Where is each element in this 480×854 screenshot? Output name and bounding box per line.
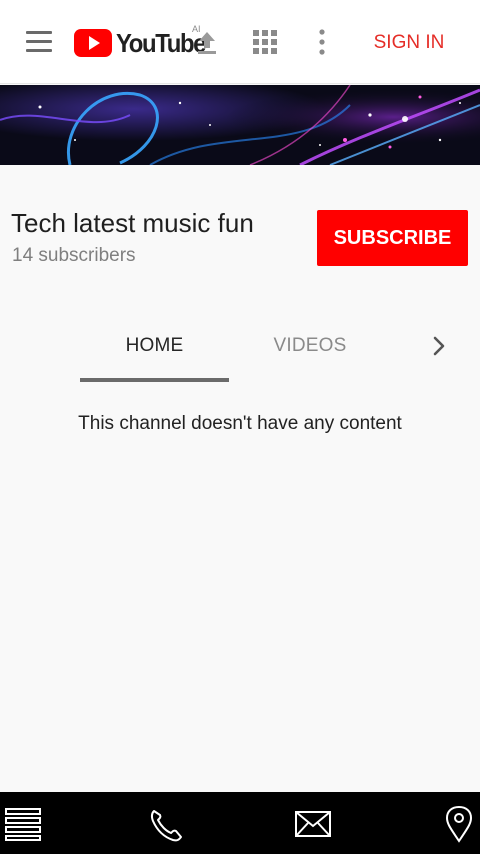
bottom-action-bar xyxy=(0,792,480,854)
channel-header: Tech latest music fun 14 subscribers SUB… xyxy=(0,165,480,383)
chevron-right-icon[interactable] xyxy=(428,335,450,357)
top-app-bar: YouTube AI SIGN IN xyxy=(0,0,480,84)
channel-banner xyxy=(0,85,480,165)
phone-icon[interactable] xyxy=(146,805,186,843)
subscribe-button[interactable]: SUBSCRIBE xyxy=(317,210,468,266)
tab-videos[interactable]: VIDEOS xyxy=(240,335,380,357)
channel-tabs: HOME VIDEOS xyxy=(0,305,480,383)
apps-grid-icon[interactable] xyxy=(253,30,277,54)
app-screen: YouTube AI SIGN IN Tech latest music fun… xyxy=(0,0,480,854)
channel-banner-art xyxy=(0,85,480,165)
youtube-play-icon xyxy=(74,29,112,57)
location-pin-icon[interactable] xyxy=(439,805,479,843)
channel-content: This channel doesn't have any content xyxy=(0,383,480,792)
hamburger-menu-icon[interactable] xyxy=(26,31,54,53)
subscriber-count: 14 subscribers xyxy=(12,245,136,266)
tab-home[interactable]: HOME xyxy=(80,335,229,357)
empty-content-message: This channel doesn't have any content xyxy=(78,413,402,434)
more-vert-icon[interactable] xyxy=(318,29,326,55)
selected-tab-indicator xyxy=(80,378,229,382)
channel-name: Tech latest music fun xyxy=(11,208,254,238)
upload-icon[interactable] xyxy=(196,30,218,56)
sign-in-button[interactable]: SIGN IN xyxy=(360,29,458,57)
list-menu-icon[interactable] xyxy=(4,805,44,843)
mail-icon[interactable] xyxy=(293,805,333,843)
